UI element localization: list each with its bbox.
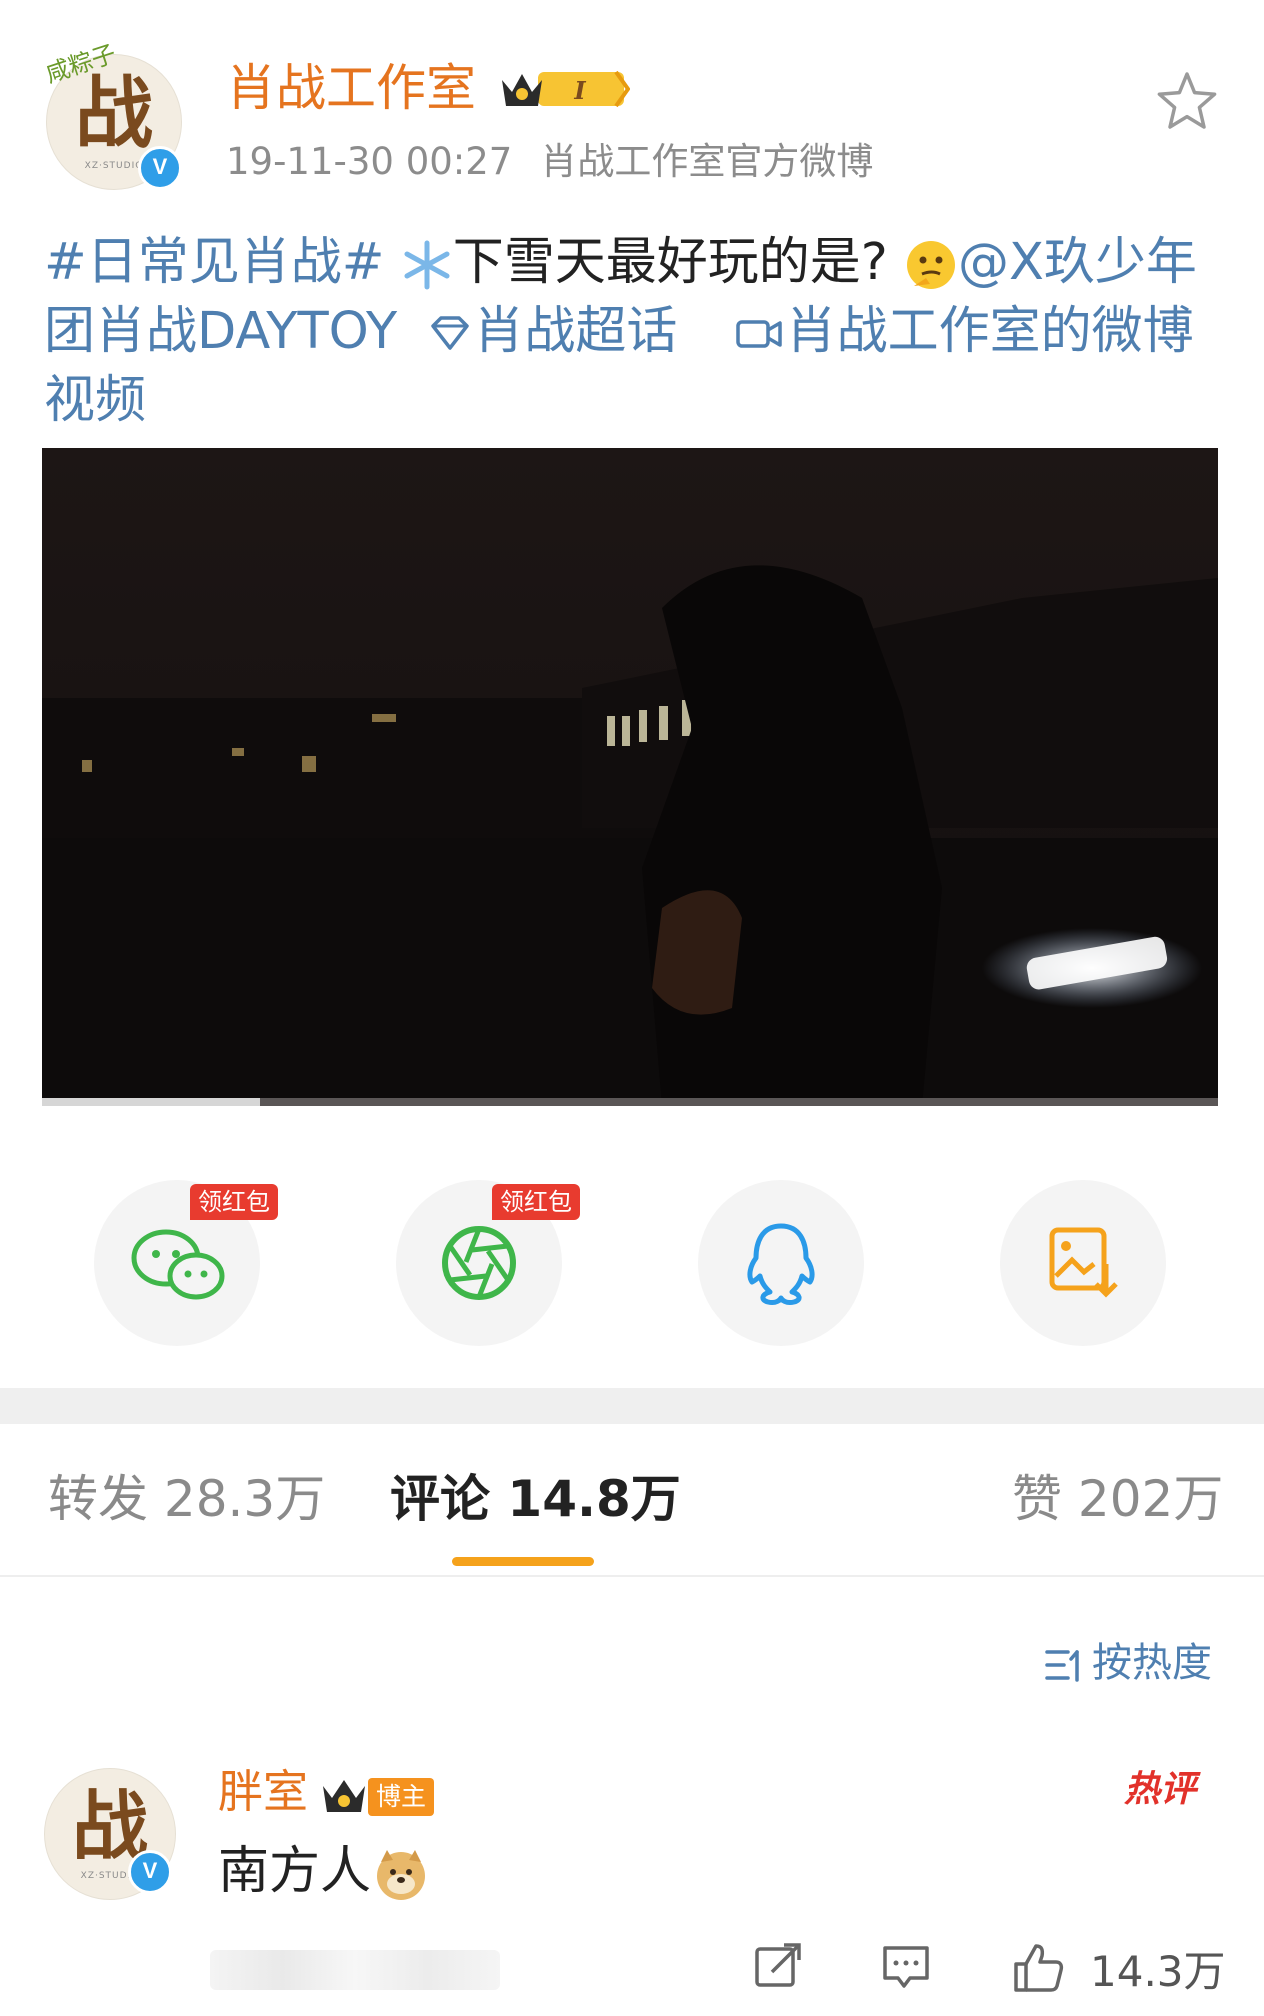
blurred-reply-preview (210, 1950, 500, 1990)
video-camera-icon (735, 320, 782, 348)
like-thumb-icon[interactable] (1010, 1940, 1066, 1996)
tab-comment[interactable]: 评论 14.8万 (390, 1468, 681, 1530)
tab-divider (0, 1575, 1264, 1577)
video-progress-bar[interactable] (42, 1098, 1218, 1106)
comment-text: 南方人 (218, 1840, 429, 1904)
video-player[interactable] (42, 448, 1218, 1106)
comment-username[interactable]: 胖室 (218, 1764, 308, 1820)
qq-icon (747, 1223, 815, 1305)
post-source: 肖战工作室官方微博 (540, 140, 874, 183)
snowflake-icon (404, 240, 450, 290)
timestamp: 19-11-30 00:27 (226, 140, 513, 183)
supertopic-link[interactable]: 肖战超话 (473, 302, 677, 361)
tab-like[interactable]: 赞 202万 (1012, 1468, 1223, 1530)
favorite-star-icon[interactable] (1156, 70, 1218, 132)
member-crown-icon[interactable]: I (498, 66, 630, 112)
save-image-button[interactable] (1000, 1180, 1166, 1346)
sort-by-hot-button[interactable]: 按热度 (1044, 1638, 1212, 1688)
tab-repost[interactable]: 转发 28.3万 (48, 1468, 325, 1530)
tab-active-indicator (452, 1557, 594, 1566)
share-qq-button[interactable] (698, 1180, 864, 1346)
moments-redpack-badge: 领红包 (492, 1184, 580, 1220)
member-level: I (573, 76, 586, 105)
post-text: #日常见肖战# 下雪天最好玩的是? @X玖少年团肖战DAYTOY 肖战超话 肖战… (44, 228, 1230, 435)
thinking-face-icon (906, 241, 955, 289)
wechat-redpack-badge: 领红包 (190, 1184, 278, 1220)
comment-body: 南方人 (218, 1842, 372, 1901)
repost-icon[interactable] (752, 1940, 804, 1992)
video-frame (42, 448, 1218, 1106)
section-separator (0, 1388, 1264, 1424)
comment-crown-icon (323, 1780, 365, 1812)
author-badge: 博主 (368, 1778, 435, 1816)
post-body: 下雪天最好玩的是? (452, 233, 888, 292)
comment-verified-icon: V (128, 1850, 172, 1894)
video-progress-fill (42, 1098, 260, 1106)
like-count: 14.3万 (1090, 1947, 1226, 1996)
post-meta: 19-11-30 00:27 肖战工作室官方微博 (226, 140, 873, 184)
save-image-icon (1049, 1227, 1118, 1298)
hot-comment-badge: 热评 (1124, 1769, 1197, 1810)
hashtag-link[interactable]: #日常见肖战# (44, 233, 384, 292)
diamond-supertopic-icon (431, 316, 470, 350)
doge-emoji-icon (377, 1850, 426, 1900)
sort-icon (1045, 1650, 1079, 1682)
username[interactable]: 肖战工作室 (226, 58, 476, 118)
comment-icon[interactable] (880, 1940, 932, 1992)
verified-icon: V (138, 146, 182, 190)
sort-label: 按热度 (1092, 1640, 1212, 1686)
